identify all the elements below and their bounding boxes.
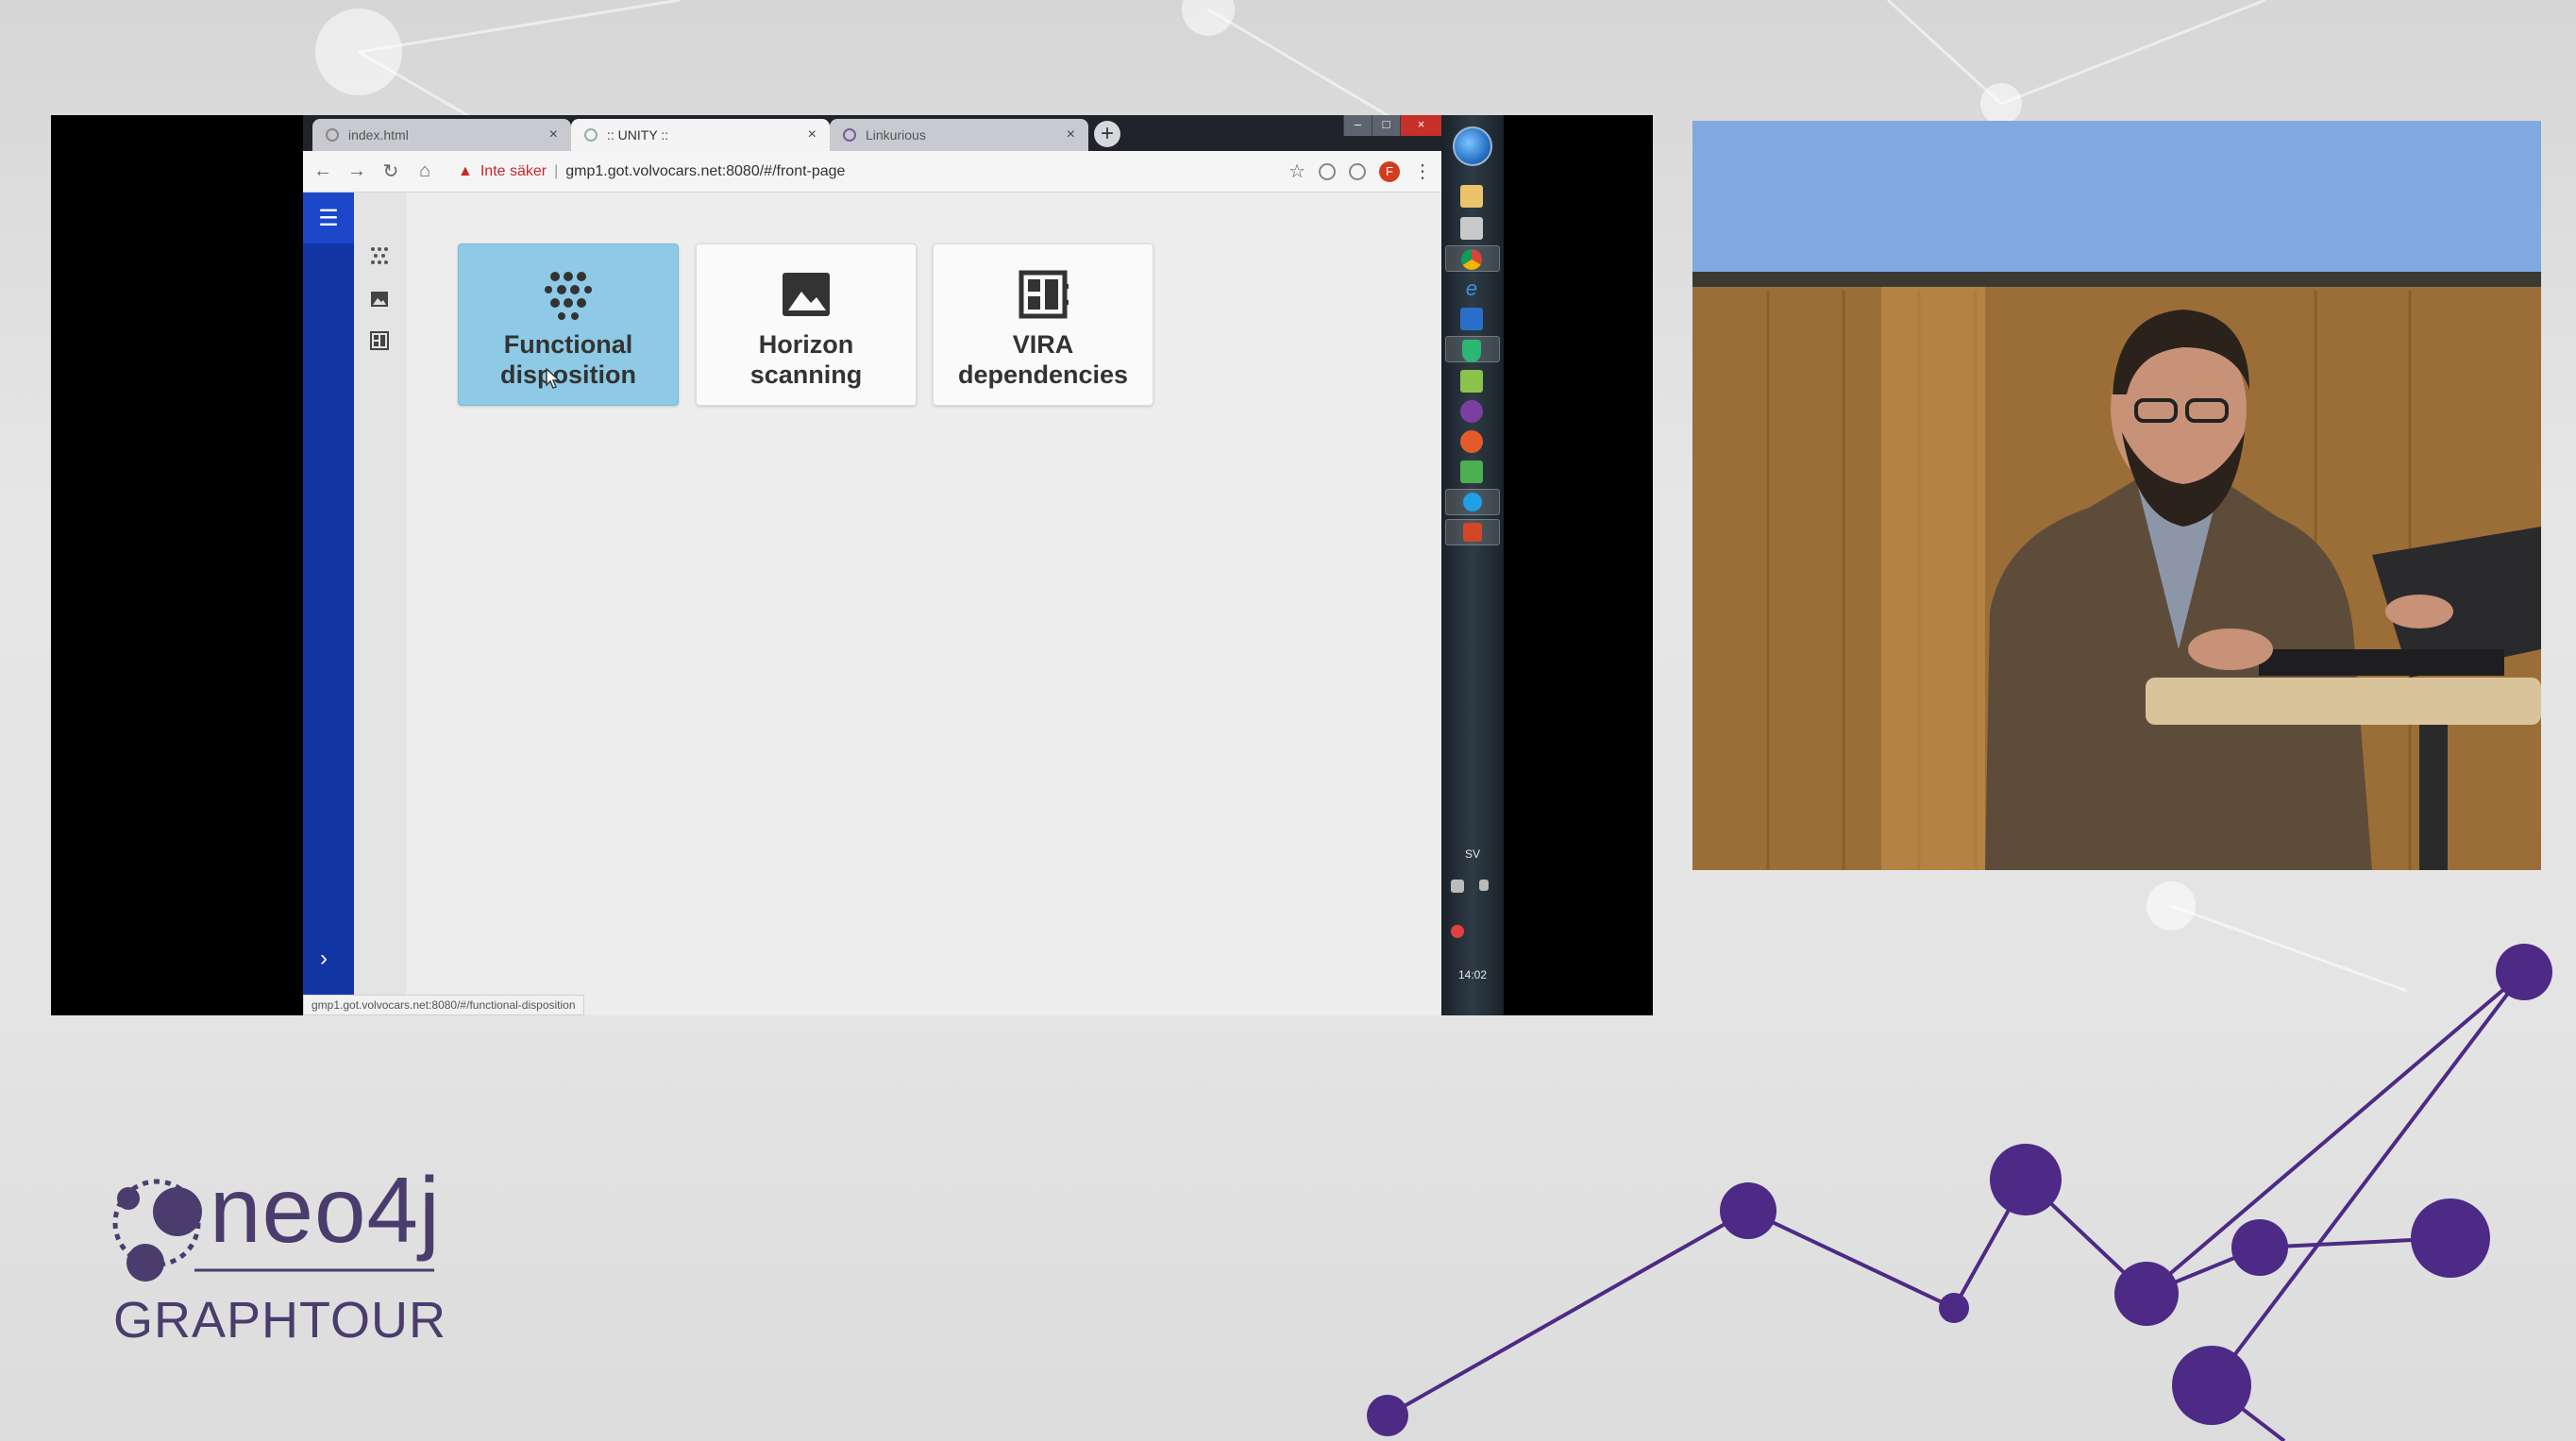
network-icon[interactable]: [1451, 880, 1464, 893]
powerpoint-icon: [1463, 523, 1482, 542]
media-icon[interactable]: [1460, 217, 1483, 240]
mouse-cursor-icon: [546, 368, 561, 389]
app-icon-rail: [354, 193, 407, 1015]
shield-icon: [1462, 340, 1481, 362]
skype-icon: [1463, 493, 1482, 511]
signal-icon[interactable]: [1479, 880, 1489, 891]
minimize-button[interactable]: –: [1343, 115, 1372, 136]
alert-icon[interactable]: [1451, 925, 1464, 938]
folder-icon[interactable]: [1460, 185, 1483, 208]
maximize-button[interactable]: □: [1372, 115, 1400, 136]
card-title: VIRA dependencies: [957, 330, 1129, 389]
extension-icon[interactable]: [1319, 162, 1336, 180]
app-icon[interactable]: [1460, 400, 1483, 423]
forward-arrow-icon[interactable]: →: [346, 160, 367, 182]
clock[interactable]: 14:02: [1441, 968, 1504, 981]
url-separator: |: [554, 162, 559, 179]
tab-linkurious[interactable]: Linkurious ×: [830, 119, 1088, 151]
card-functional-disposition[interactable]: Functional disposition: [458, 243, 679, 406]
speaker-video-image: [1692, 121, 2541, 870]
url-text[interactable]: gmp1.got.volvocars.net:8080/#/front-page: [565, 163, 845, 180]
card-title: Functional disposition: [500, 330, 636, 389]
close-tab-icon[interactable]: ×: [1067, 126, 1075, 143]
status-bar-url: gmp1.got.volvocars.net:8080/#/functional…: [303, 995, 584, 1015]
neo4j-logo-text: neo4j: [210, 1158, 441, 1262]
profile-avatar[interactable]: F: [1379, 160, 1400, 182]
graphtour-title: GRAPHTOUR: [113, 1292, 447, 1349]
speaker-video: [1692, 121, 2541, 870]
outlook-icon[interactable]: [1460, 308, 1483, 330]
chrome-icon: [1461, 249, 1482, 270]
dots-grid-icon: [545, 272, 592, 320]
extension-icon[interactable]: [1349, 162, 1366, 180]
browser-window: index.html × :: UNITY :: × Linkurious × …: [303, 115, 1441, 1015]
hamburger-menu-icon[interactable]: ☰: [303, 193, 354, 243]
url-field[interactable]: ▲ Inte säker | gmp1.got.volvocars.net:80…: [448, 157, 1276, 186]
globe-icon: [326, 128, 339, 142]
new-tab-button[interactable]: +: [1094, 121, 1120, 147]
security-warning[interactable]: Inte säker: [480, 163, 547, 180]
windows-taskbar: e SV 14:02: [1441, 115, 1504, 1015]
unity-favicon-icon: [584, 128, 598, 142]
tab-label: index.html: [348, 127, 409, 142]
tab-label: Linkurious: [866, 127, 926, 142]
screen-share: index.html × :: UNITY :: × Linkurious × …: [51, 115, 1653, 1015]
app-icon[interactable]: [1460, 461, 1483, 483]
tab-bar: index.html × :: UNITY :: × Linkurious × …: [303, 115, 1441, 151]
linkurious-favicon-icon: [843, 128, 856, 142]
close-window-button[interactable]: ×: [1400, 115, 1441, 136]
image-icon[interactable]: [369, 289, 390, 310]
tab-unity[interactable]: :: UNITY :: ×: [571, 119, 830, 151]
firefox-icon[interactable]: [1460, 430, 1483, 453]
dashboard-icon: [1019, 270, 1069, 319]
close-tab-icon[interactable]: ×: [808, 126, 817, 143]
tab-index-html[interactable]: index.html ×: [312, 119, 571, 151]
close-tab-icon[interactable]: ×: [549, 126, 558, 143]
address-bar: ← → ↻ ⌂ ▲ Inte säker | gmp1.got.volvocar…: [303, 151, 1441, 193]
spreadsheet-icon[interactable]: [1460, 370, 1483, 393]
card-vira-dependencies[interactable]: VIRA dependencies: [933, 243, 1153, 406]
chevron-right-icon[interactable]: ›: [320, 946, 328, 972]
image-icon: [783, 273, 830, 316]
dashboard-icon[interactable]: [369, 330, 390, 351]
dots-grid-icon[interactable]: [369, 245, 390, 266]
tab-label: :: UNITY ::: [607, 127, 669, 142]
back-arrow-icon[interactable]: ←: [312, 160, 333, 182]
bookmark-star-icon[interactable]: ☆: [1288, 159, 1305, 183]
start-button[interactable]: [1453, 126, 1492, 166]
internet-explorer-icon[interactable]: e: [1460, 277, 1483, 300]
card-title: Horizon scanning: [749, 330, 863, 389]
menu-kebab-icon[interactable]: ⋮: [1413, 159, 1432, 183]
home-icon[interactable]: ⌂: [414, 160, 435, 182]
window-controls: – □ ×: [1343, 115, 1441, 136]
reload-icon[interactable]: ↻: [380, 159, 401, 183]
card-horizon-scanning[interactable]: Horizon scanning: [696, 243, 917, 406]
language-indicator[interactable]: SV: [1441, 847, 1504, 861]
app-sidebar: ☰ ›: [303, 193, 354, 1015]
warning-icon: ▲: [458, 162, 473, 179]
